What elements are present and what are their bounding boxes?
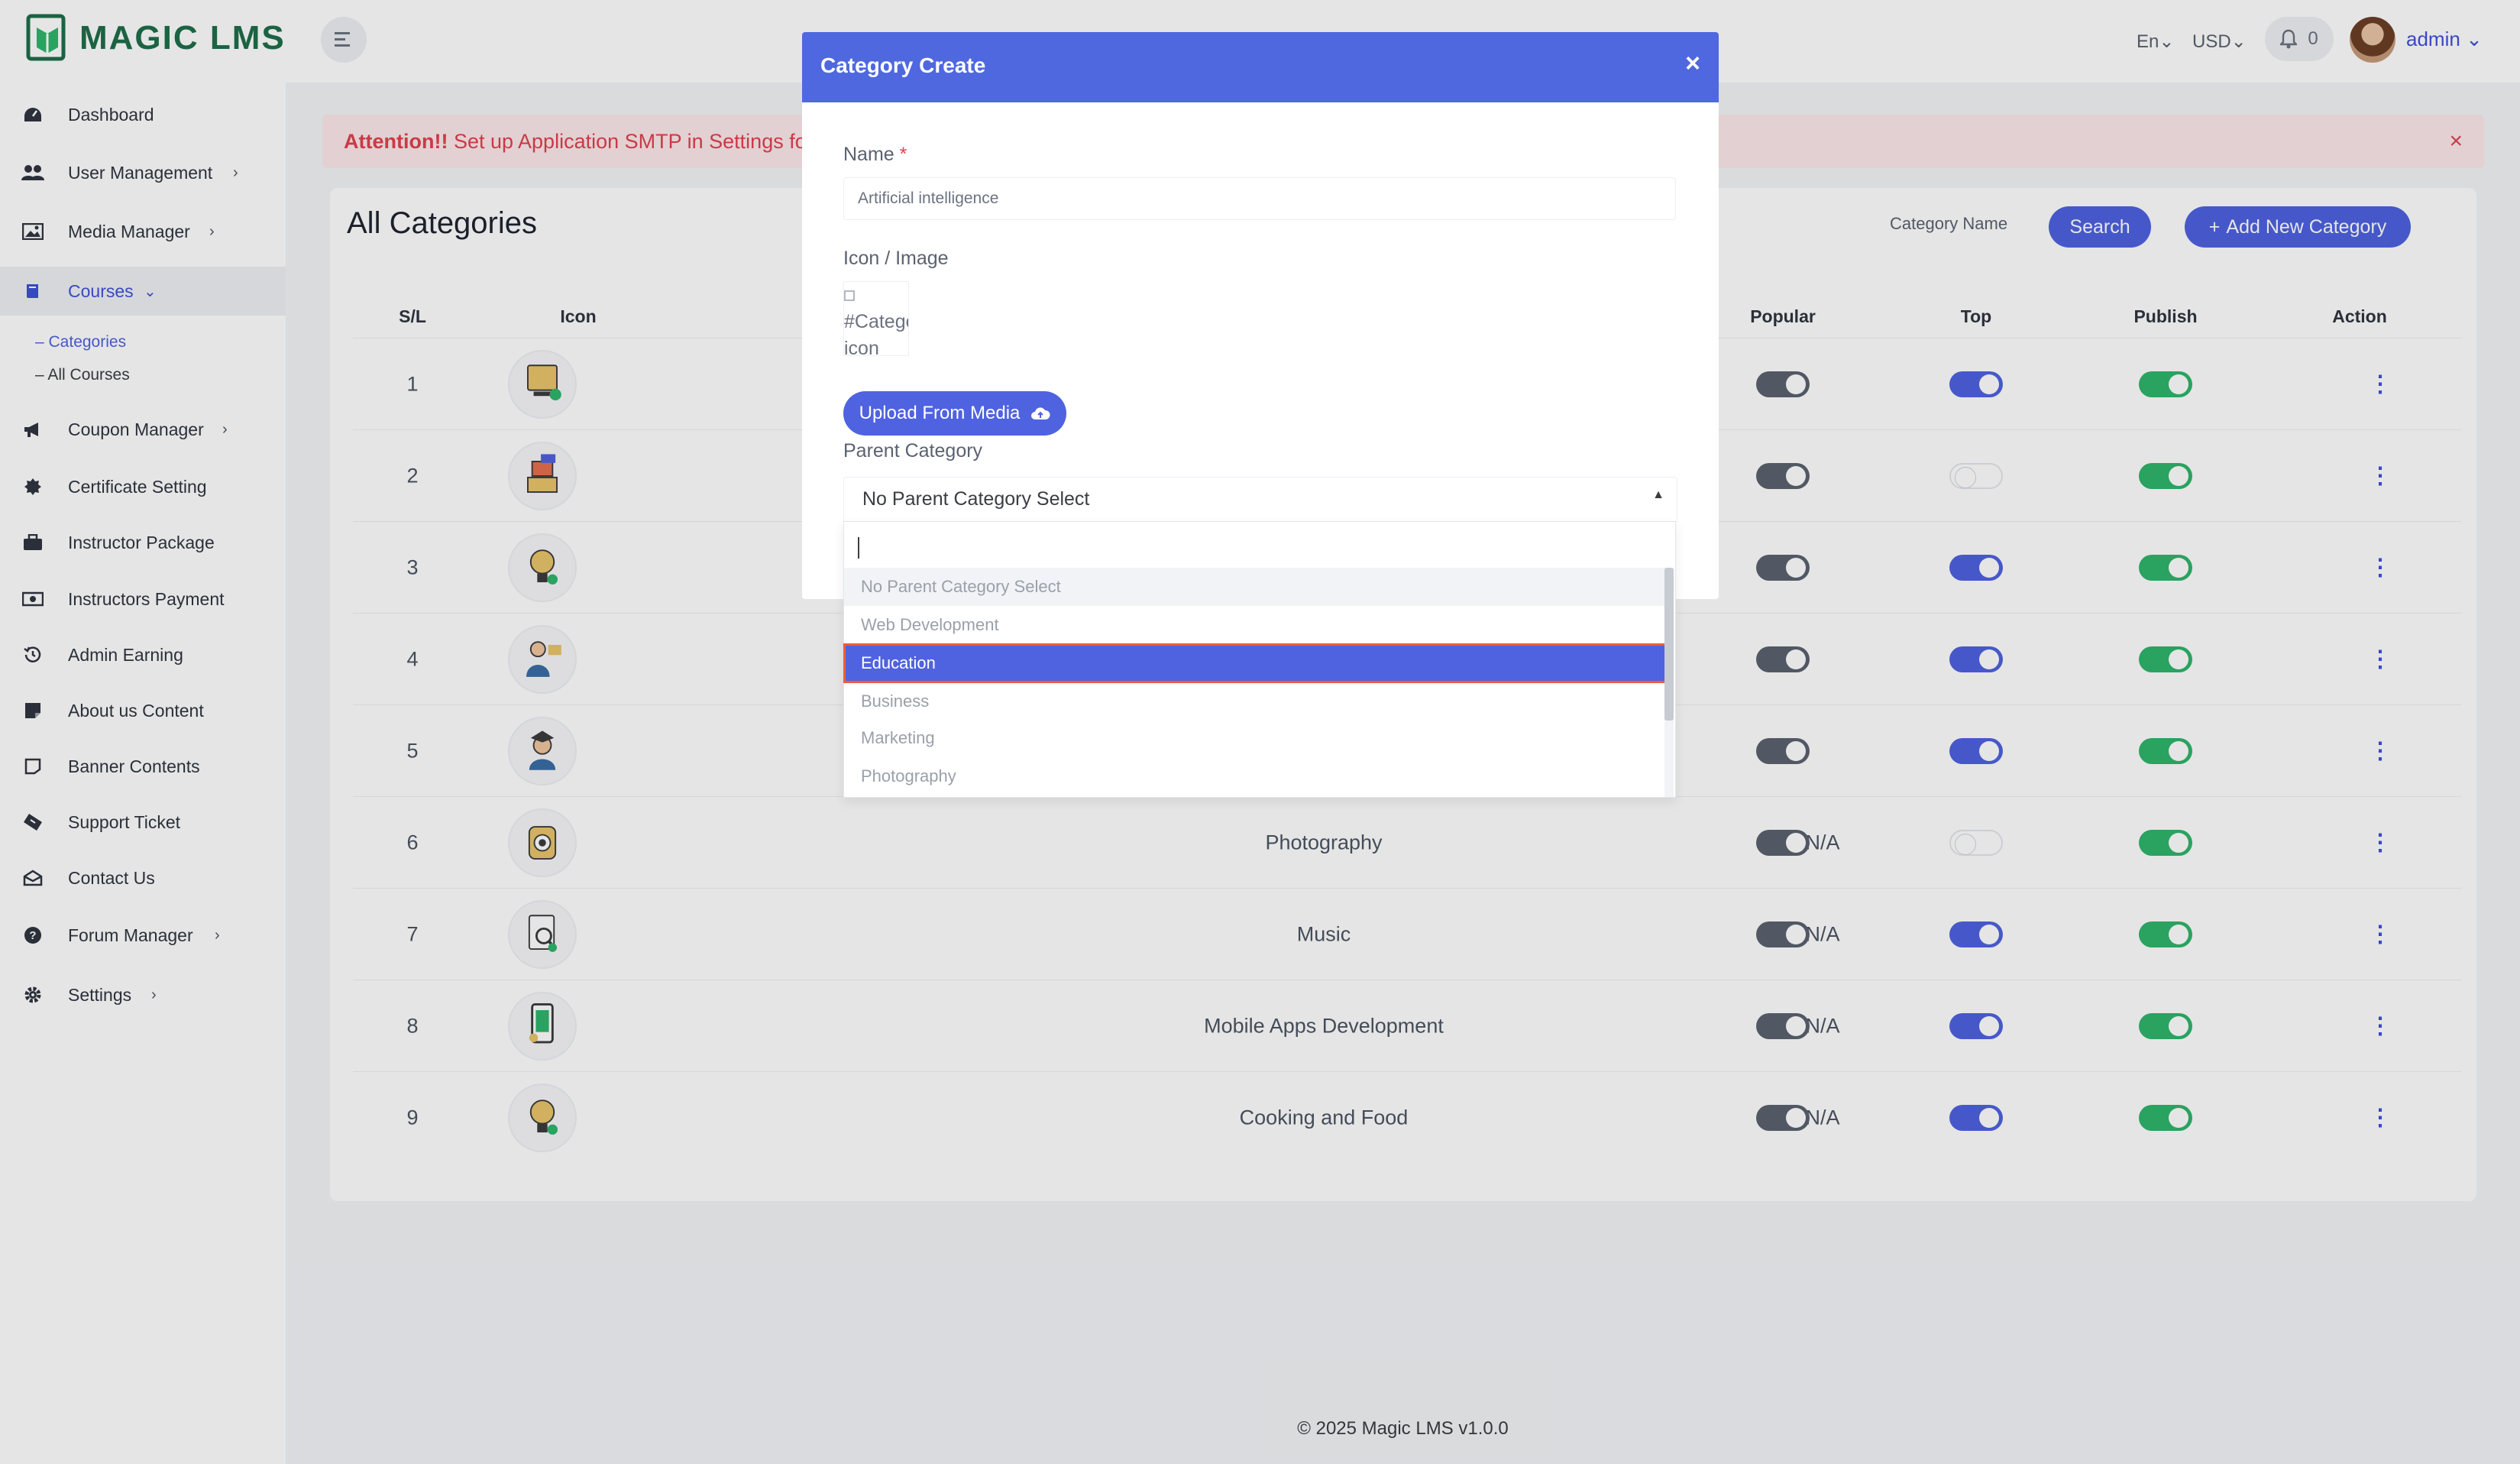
broken-image-icon (844, 290, 855, 301)
dropdown-option[interactable]: Photography (844, 757, 1666, 795)
required-mark: * (899, 144, 907, 165)
name-label: Name * (843, 144, 907, 166)
dropdown-option[interactable]: Business (844, 682, 1666, 721)
close-icon[interactable]: × (1685, 49, 1700, 79)
parent-category-label: Parent Category (843, 440, 983, 462)
parent-category-dropdown: No Parent Category Select Web Developmen… (843, 521, 1676, 798)
name-field[interactable]: Artificial intelligence (843, 177, 1676, 220)
dropdown-option-highlighted[interactable]: Education (843, 643, 1667, 683)
parent-category-select[interactable]: No Parent Category Select ▲ (843, 477, 1677, 523)
modal-header: Category Create × (802, 32, 1719, 102)
dropdown-search-input[interactable] (852, 528, 1669, 565)
upload-from-media-button[interactable]: Upload From Media (843, 391, 1066, 436)
dropdown-scrollbar-thumb[interactable] (1664, 568, 1674, 721)
name-label-text: Name (843, 144, 894, 165)
icon-image-label: Icon / Image (843, 248, 949, 269)
dropdown-option[interactable]: Marketing (844, 719, 1666, 757)
category-icon-preview: #Category icon (843, 281, 909, 356)
category-create-modal: Category Create × Name * Artificial inte… (802, 32, 1719, 599)
upload-button-label: Upload From Media (859, 403, 1021, 423)
modal-title: Category Create (820, 53, 986, 77)
dropdown-option[interactable]: No Parent Category Select (844, 568, 1666, 606)
image-alt-text: #Category icon (844, 311, 908, 356)
caret-up-icon: ▲ (1652, 488, 1664, 501)
text-cursor (858, 537, 859, 559)
cloud-upload-icon (1031, 407, 1050, 419)
dropdown-option[interactable]: Web Development (844, 606, 1666, 644)
parent-category-value: No Parent Category Select (862, 488, 1090, 510)
